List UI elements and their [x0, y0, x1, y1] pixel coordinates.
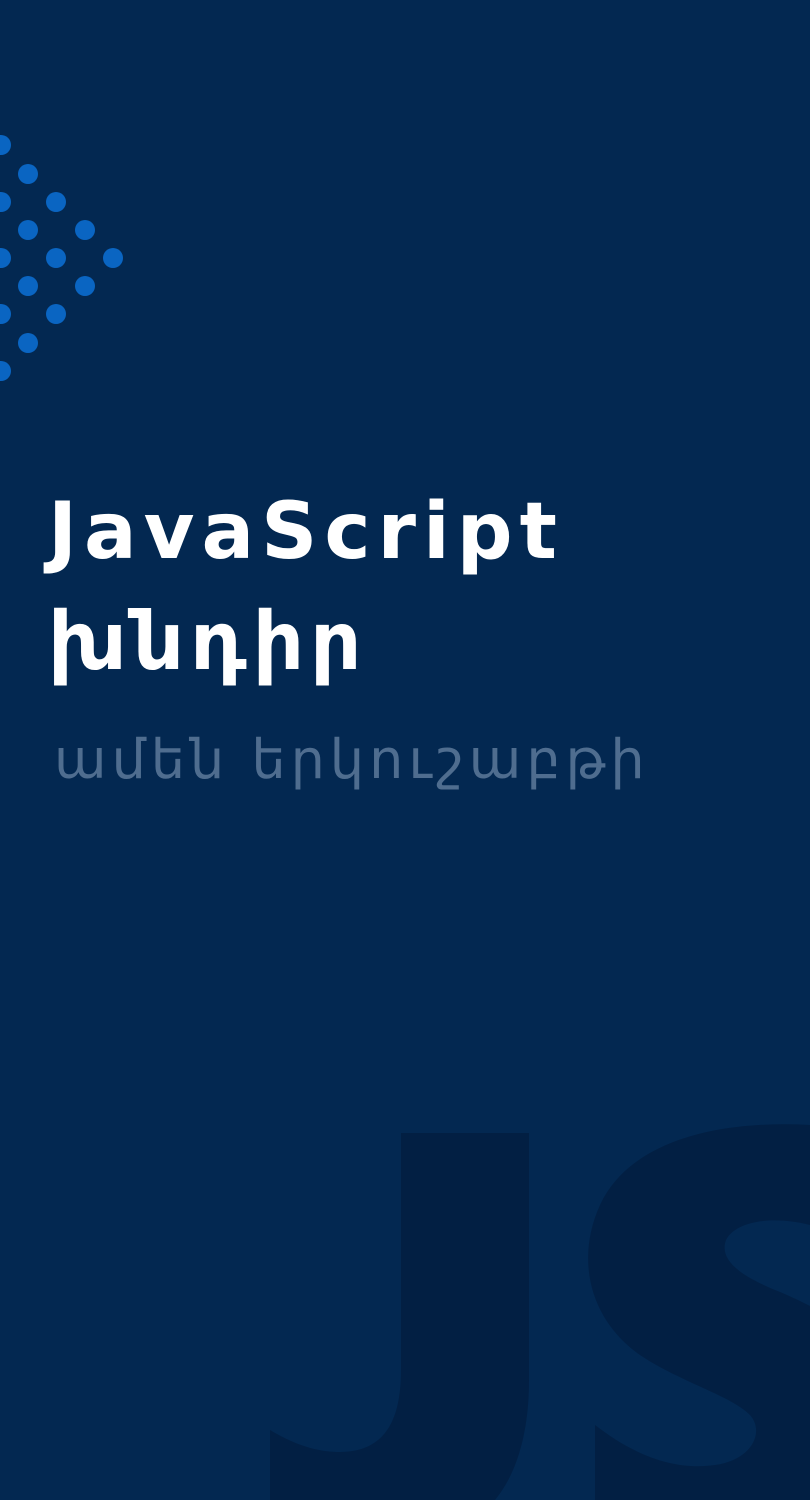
subtitle-every-monday: ամեն երկուշաբթի	[54, 728, 650, 791]
title-line-task: խնդիր	[48, 595, 368, 688]
title-line-javascript: JavaScript	[48, 487, 564, 577]
poster-card: JavaScript խնդիր ամեն երկուշաբթի	[0, 0, 810, 1500]
